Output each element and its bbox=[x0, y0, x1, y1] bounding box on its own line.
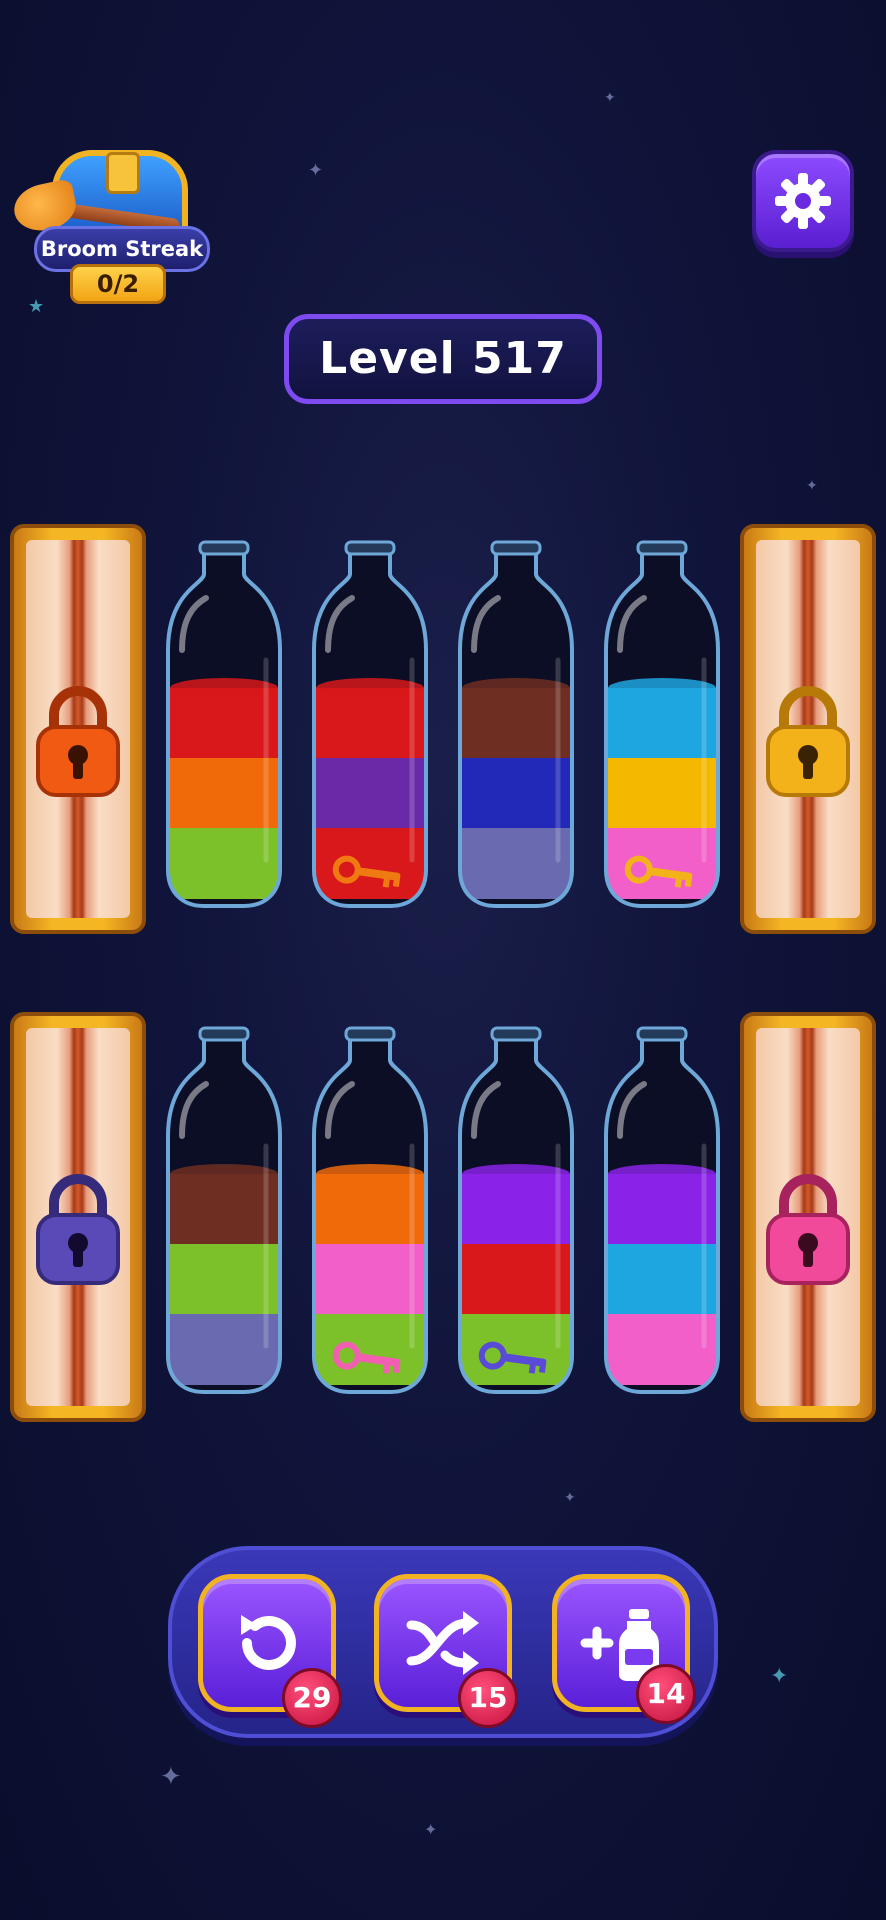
star-decoration: ✦ bbox=[308, 160, 324, 181]
gear-icon bbox=[775, 173, 831, 229]
bottle-glass bbox=[312, 1026, 428, 1394]
liquid-surface bbox=[462, 1164, 570, 1184]
undo-count-badge: 29 bbox=[282, 1668, 342, 1728]
add-bottle-count-badge: 14 bbox=[636, 1664, 696, 1724]
shuffle-count-badge: 15 bbox=[458, 1668, 518, 1728]
bottle-glass bbox=[166, 1026, 282, 1394]
bottle[interactable] bbox=[600, 540, 724, 912]
bottle-neck bbox=[490, 1026, 542, 1042]
bottle-neck bbox=[198, 540, 250, 556]
star-decoration: ✦ bbox=[770, 1664, 789, 1689]
locked-slot-bottom-left[interactable] bbox=[10, 1012, 146, 1422]
locked-slot-top-left[interactable] bbox=[10, 524, 146, 934]
liquid-surface bbox=[462, 678, 570, 698]
star-decoration: ✦ bbox=[806, 478, 818, 494]
locked-slot-top-right[interactable] bbox=[740, 524, 876, 934]
liquid-surface bbox=[608, 1164, 716, 1184]
bottle-glass bbox=[312, 540, 428, 908]
padlock-icon bbox=[766, 686, 850, 797]
bottle[interactable] bbox=[308, 540, 432, 912]
star-decoration: ✦ bbox=[160, 1762, 182, 1792]
bottle[interactable] bbox=[308, 1026, 432, 1398]
bottle-neck bbox=[344, 540, 396, 556]
liquid-surface bbox=[170, 678, 278, 698]
bottle-neck bbox=[636, 1026, 688, 1042]
bottle[interactable] bbox=[162, 1026, 286, 1398]
padlock-icon bbox=[766, 1174, 850, 1285]
bottle[interactable] bbox=[600, 1026, 724, 1398]
level-title: Level 517 bbox=[284, 314, 602, 404]
padlock-icon bbox=[36, 1174, 120, 1285]
broom-streak-widget[interactable]: Broom Streak 0/2 bbox=[9, 118, 212, 308]
settings-button[interactable] bbox=[752, 150, 854, 252]
bottle-glass bbox=[458, 540, 574, 908]
undo-icon bbox=[241, 1615, 296, 1670]
bottle-glass bbox=[604, 540, 720, 908]
bottle[interactable] bbox=[454, 540, 578, 912]
liquid-surface bbox=[316, 678, 424, 698]
bottle-neck bbox=[198, 1026, 250, 1042]
padlock-icon bbox=[36, 686, 120, 797]
bottle-glass bbox=[458, 1026, 574, 1394]
bottle-neck bbox=[636, 540, 688, 556]
liquid-surface bbox=[170, 1164, 278, 1184]
bottle[interactable] bbox=[454, 1026, 578, 1398]
liquid-surface bbox=[608, 678, 716, 698]
liquid-surface bbox=[316, 1164, 424, 1184]
streak-count: 0/2 bbox=[70, 264, 166, 304]
bottle-neck bbox=[344, 1026, 396, 1042]
star-decoration: ✦ bbox=[564, 1490, 576, 1506]
bottle-glass bbox=[166, 540, 282, 908]
bottle-glass bbox=[604, 1026, 720, 1394]
bottle-neck bbox=[490, 540, 542, 556]
star-decoration: ✦ bbox=[424, 1820, 438, 1839]
star-decoration: ✦ bbox=[604, 90, 616, 106]
locked-slot-bottom-right[interactable] bbox=[740, 1012, 876, 1422]
chest-lock-icon bbox=[106, 152, 140, 194]
bottle[interactable] bbox=[162, 540, 286, 912]
